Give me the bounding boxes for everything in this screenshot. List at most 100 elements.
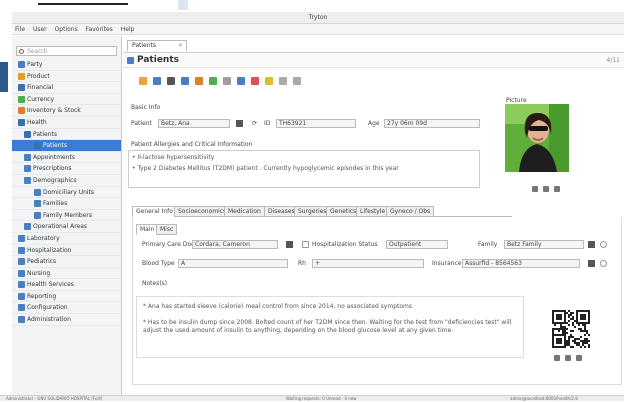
record-counter: 4/11	[606, 57, 620, 64]
save-image-icon[interactable]	[543, 186, 549, 192]
family-search-icon[interactable]	[588, 241, 595, 248]
sidebar-item[interactable]: Party	[12, 59, 121, 71]
attachment-icon[interactable]	[223, 77, 231, 85]
hosp-checkbox[interactable]	[302, 241, 309, 248]
sidebar-item-label: Administration	[27, 316, 71, 324]
folder-icon	[34, 142, 41, 150]
folder-icon	[34, 211, 41, 219]
sidebar-item-label: Pediatrics	[27, 258, 57, 266]
insurance-field[interactable]: Assurfid - 8564563	[462, 259, 580, 268]
insurance-search-icon[interactable]	[588, 260, 595, 267]
sidebar-item[interactable]: Demographics	[12, 175, 121, 187]
sidebar-item-label: Party	[27, 61, 43, 68]
status-user: Administrator - GNU SOLIDARIO HOSPITAL […	[6, 396, 103, 401]
search-input[interactable]: Search	[16, 46, 117, 56]
folder-icon	[24, 165, 31, 173]
qr-code	[552, 310, 590, 348]
sidebar-item[interactable]: Patients	[12, 140, 121, 152]
status-bar: Administrator - GNU SOLIDARIO HOSPITAL […	[0, 395, 624, 401]
patient-link-icon[interactable]: ⟳	[252, 120, 257, 127]
sidebar-item[interactable]: Appointments	[12, 152, 121, 164]
tab-general-info[interactable]: General Info	[132, 206, 177, 217]
search-record-icon[interactable]	[236, 120, 243, 127]
sub-tabs: Main Misc	[136, 224, 196, 235]
family-field[interactable]: Betz Family	[504, 240, 584, 249]
tab-lifestyle[interactable]: Lifestyle	[356, 206, 390, 217]
sidebar-item[interactable]: Reporting	[12, 291, 121, 303]
sidebar-item[interactable]: Inventory & Stock	[12, 105, 121, 117]
patient-field[interactable]: Betz, Ana	[158, 119, 230, 128]
hosp-field[interactable]: Outpatient	[386, 240, 448, 249]
age-field: 27y 06m 09d	[384, 119, 480, 128]
sidebar-item[interactable]: Health	[12, 117, 121, 129]
section-label: Basic Info	[131, 104, 161, 111]
qr-open-icon[interactable]	[554, 355, 560, 361]
switch-view-icon[interactable]	[167, 77, 175, 85]
pcp-field[interactable]: Cordara, Cameron	[192, 240, 278, 249]
sidebar-item[interactable]: Laboratory	[12, 233, 121, 245]
previous-icon[interactable]	[195, 77, 203, 85]
tab-gyneco-obs[interactable]: Gyneco / Obs	[386, 206, 435, 217]
tab-surgeries[interactable]: Surgeries	[294, 206, 331, 217]
toolbar	[123, 74, 503, 88]
pcp-search-icon[interactable]	[286, 241, 293, 248]
relate-icon[interactable]	[265, 77, 273, 85]
sidebar-item-label: Prescriptions	[33, 165, 72, 173]
subtab-misc[interactable]: Misc	[156, 224, 178, 235]
folder-icon	[18, 234, 25, 242]
folder-icon	[18, 84, 25, 92]
id-label: ID	[264, 120, 271, 127]
general-notes[interactable]: * Ana has started sleeve (calorie) meal …	[136, 296, 524, 358]
sidebar-item[interactable]: Hospitalization	[12, 245, 121, 257]
sidebar-item-label: Hospitalization	[27, 246, 72, 254]
menu-favorites[interactable]: Favorites	[86, 24, 113, 35]
sidebar-item[interactable]: Patients	[12, 129, 121, 141]
sidebar-item[interactable]: Nursing	[12, 268, 121, 280]
folder-icon	[18, 246, 25, 254]
subtab-main[interactable]: Main	[136, 224, 159, 235]
sidebar-item[interactable]: Domiciliary Units	[12, 187, 121, 199]
tab-medication[interactable]: Medication	[224, 206, 265, 217]
rh-select[interactable]: +	[312, 259, 424, 268]
close-icon[interactable]: ×	[178, 41, 183, 51]
blood-select[interactable]: A	[178, 259, 288, 268]
sidebar-item[interactable]: Prescriptions	[12, 163, 121, 175]
tab-socioeconomics[interactable]: Socioeconomics	[174, 206, 231, 217]
sidebar-item[interactable]: Configuration	[12, 302, 121, 315]
sidebar-item[interactable]: Pediatrics	[12, 256, 121, 268]
save-icon[interactable]	[153, 77, 161, 85]
sidebar-item[interactable]: Operational Areas	[12, 221, 121, 233]
sidebar-item[interactable]: Product	[12, 71, 121, 83]
sidebar-item[interactable]: Families	[12, 198, 121, 210]
report-icon[interactable]	[279, 77, 287, 85]
menu-user[interactable]: User	[33, 24, 47, 35]
menu-file[interactable]: File	[15, 24, 25, 35]
sidebar-item[interactable]: Financial	[12, 82, 121, 94]
qr-clear-icon[interactable]	[576, 355, 582, 361]
folder-icon	[24, 153, 31, 161]
next-icon[interactable]	[209, 77, 217, 85]
sidebar-item[interactable]: Administration	[12, 314, 121, 326]
clear-image-icon[interactable]	[554, 186, 560, 192]
menu-options[interactable]: Options	[55, 24, 78, 35]
qr-save-icon[interactable]	[565, 355, 571, 361]
sidebar-item-label: Appointments	[33, 153, 76, 161]
print-icon[interactable]	[293, 77, 301, 85]
insurance-open-icon[interactable]	[600, 260, 607, 267]
family-open-icon[interactable]	[600, 241, 607, 248]
id-field[interactable]: TH63921	[276, 119, 356, 128]
menu-help[interactable]: Help	[121, 24, 135, 35]
action-icon[interactable]	[251, 77, 259, 85]
reload-icon[interactable]	[181, 77, 189, 85]
sidebar-item[interactable]: Health Services	[12, 279, 121, 291]
folder-icon	[18, 107, 25, 115]
folder-icon	[24, 223, 31, 231]
tab-patients[interactable]: Patients ×	[127, 40, 187, 51]
sidebar-item[interactable]: Family Members	[12, 210, 121, 222]
note-icon[interactable]	[237, 77, 245, 85]
sidebar-item[interactable]: Currency	[12, 94, 121, 106]
patients-icon	[127, 57, 134, 64]
critical-info-text[interactable]: • Il-lactose hypersensitivity • Type 2 D…	[128, 150, 480, 188]
new-icon[interactable]	[139, 77, 147, 85]
open-image-icon[interactable]	[532, 186, 538, 192]
